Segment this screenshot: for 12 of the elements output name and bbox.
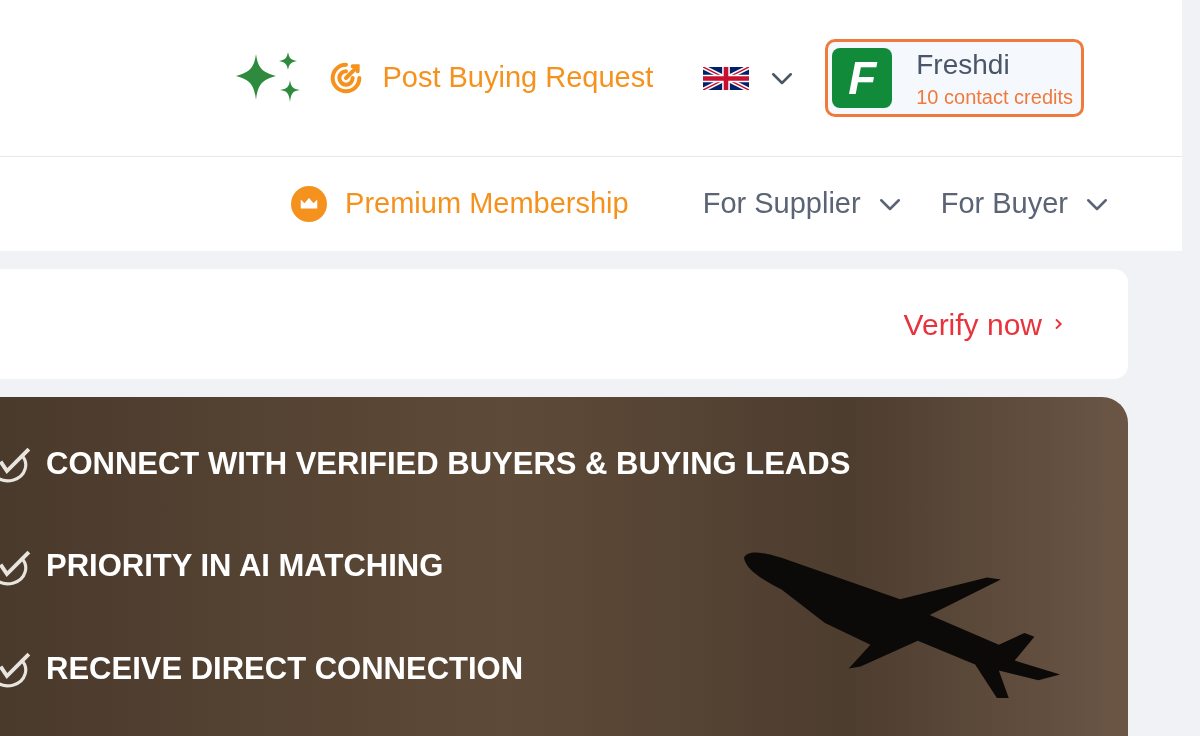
company-logo: F <box>832 48 893 108</box>
benefit-text: PRIORITY IN AI MATCHING <box>46 547 444 586</box>
nav-menu[interactable]: For Supplier <box>702 182 905 226</box>
contact-credits: 10 contact credits <box>916 85 1073 110</box>
account-button[interactable]: F Freshdi 10 contact credits <box>825 39 1084 117</box>
verify-now-link[interactable]: Verify now <box>903 301 1066 347</box>
benefit-text: CONNECT WITH VERIFIED BUYERS & BUYING LEADS <box>46 444 851 483</box>
benefit-text: RECEIVE DIRECT CONNECTION <box>46 649 524 688</box>
nav-menu[interactable]: For Buyer <box>940 182 1112 226</box>
uk-flag-icon <box>703 66 750 90</box>
account-name: Freshdi <box>916 48 1010 82</box>
crown-icon <box>291 186 328 222</box>
